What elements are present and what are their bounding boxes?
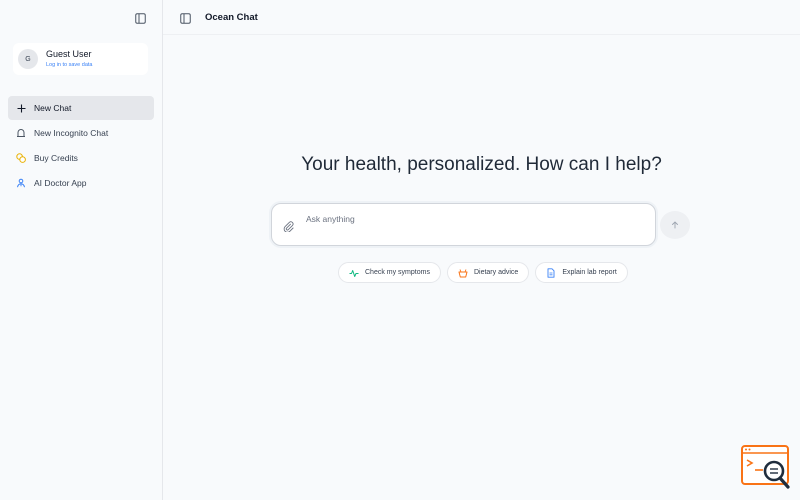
sidebar-item-buy-credits[interactable]: Buy Credits (8, 146, 154, 170)
sidebar-item-label: New Incognito Chat (34, 128, 109, 138)
chip-label: Check my symptoms (365, 269, 430, 276)
avatar: G (18, 49, 38, 69)
sidebar-collapse-button[interactable] (132, 10, 148, 26)
sidebar-panel-icon (134, 12, 146, 24)
main-panel: Ocean Chat Your health, personalized. Ho… (163, 0, 800, 500)
doctor-icon (16, 178, 26, 188)
sidebar-panel-icon (179, 12, 191, 24)
arrow-up-icon (672, 221, 678, 229)
user-name: Guest User (46, 48, 92, 59)
document-icon (546, 267, 556, 278)
login-link[interactable]: Log in to save data (46, 62, 92, 69)
chip-dietary-advice[interactable]: Dietary advice (446, 262, 530, 283)
user-card[interactable]: G Guest User Log in to save data (13, 43, 148, 75)
chip-label: Dietary advice (473, 269, 519, 276)
sidebar-item-ai-doctor-app[interactable]: AI Doctor App (8, 171, 154, 195)
message-input[interactable] (306, 212, 636, 226)
suggestion-chips: Check my symptoms Dietary advice Explain… (338, 262, 628, 283)
sidebar-item-label: AI Doctor App (34, 178, 87, 188)
chip-label: Explain lab report (562, 269, 617, 276)
top-bar: Ocean Chat (163, 0, 800, 35)
incognito-icon (16, 128, 26, 138)
send-button[interactable] (660, 211, 690, 239)
coins-icon (16, 153, 26, 163)
bowl-icon (458, 268, 468, 278)
sidebar: G Guest User Log in to save data New Cha… (0, 0, 163, 500)
sidebar-item-new-chat[interactable]: New Chat (8, 96, 154, 120)
sidebar-item-label: New Chat (34, 103, 72, 113)
app-title: Ocean Chat (205, 12, 258, 23)
chip-check-symptoms[interactable]: Check my symptoms (338, 262, 441, 283)
sidebar-item-incognito-chat[interactable]: New Incognito Chat (8, 121, 154, 145)
app-logo-icon (741, 445, 790, 489)
sidebar-item-label: Buy Credits (34, 153, 78, 163)
message-composer (271, 203, 656, 246)
sidebar-toggle-button[interactable] (177, 10, 193, 26)
pulse-icon (349, 268, 359, 278)
sidebar-nav: New Chat New Incognito Chat Buy Credits … (8, 96, 154, 196)
paperclip-icon (283, 220, 294, 232)
attach-button[interactable] (282, 220, 294, 232)
page-headline: Your health, personalized. How can I hel… (301, 154, 662, 175)
chip-explain-lab-report[interactable]: Explain lab report (535, 262, 628, 283)
plus-icon (16, 103, 26, 113)
